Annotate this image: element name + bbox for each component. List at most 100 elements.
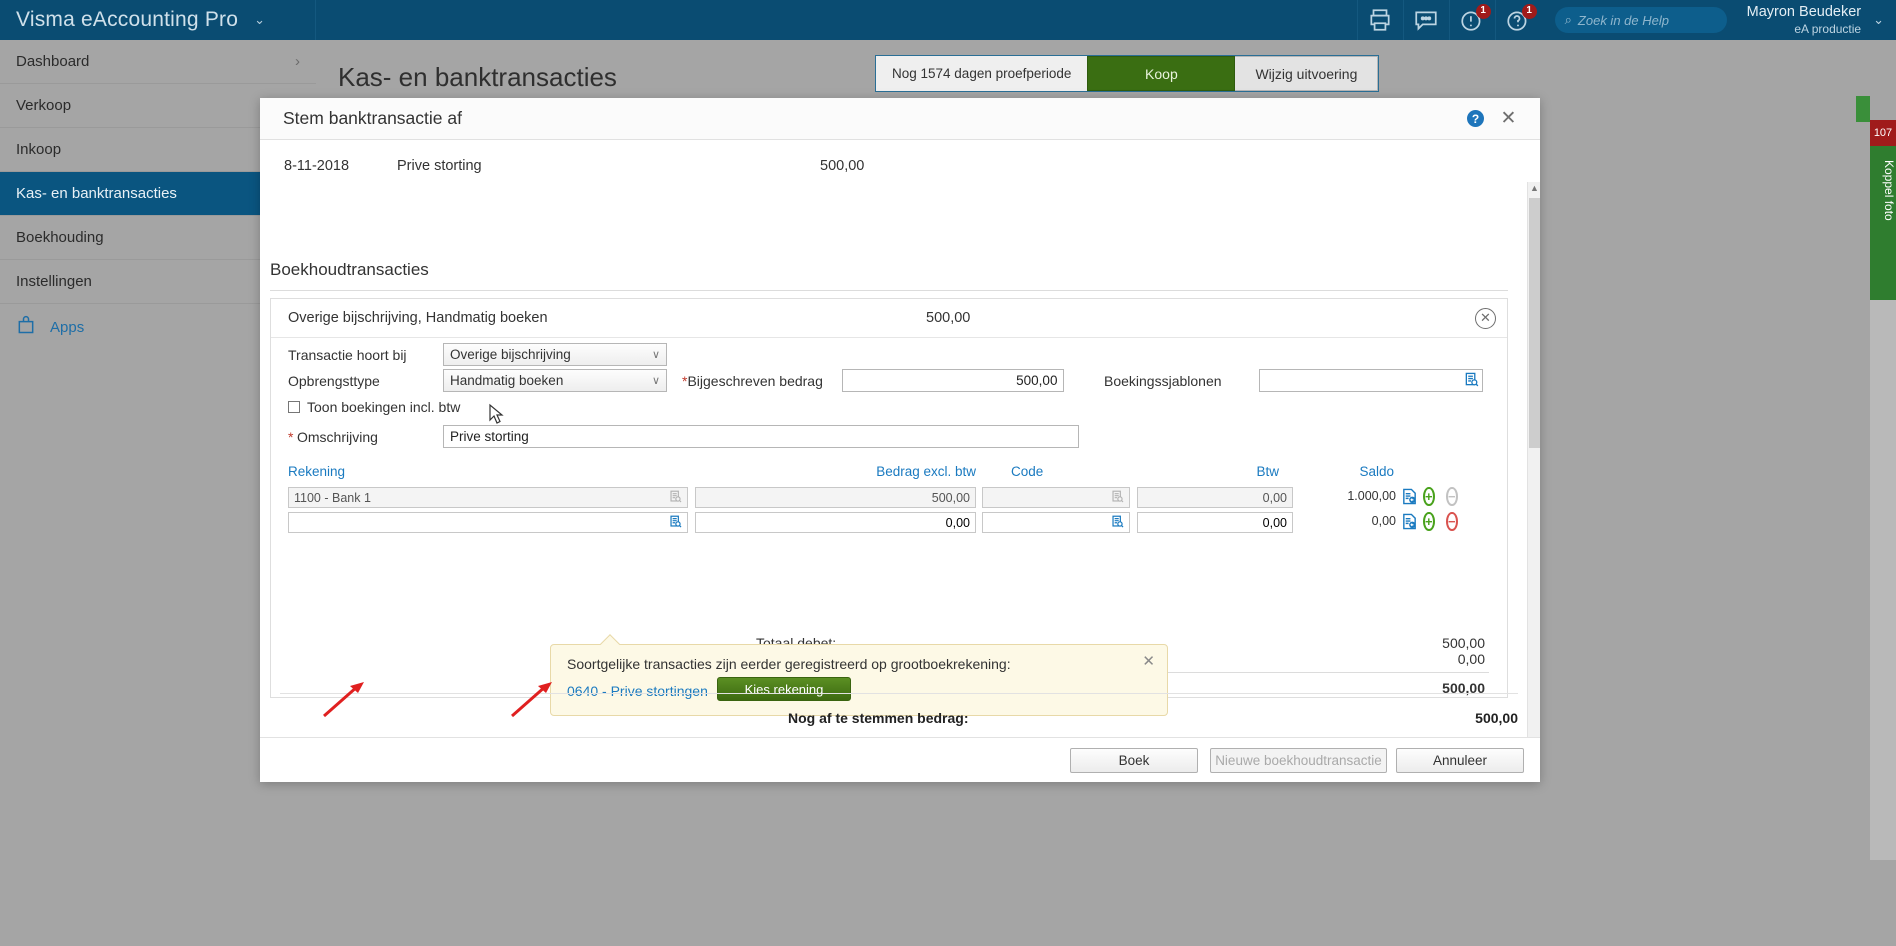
search-icon: ⌕	[1564, 12, 1572, 27]
apps-bag-icon	[16, 315, 50, 339]
sidebar-item-label: Boekhouding	[16, 229, 104, 246]
total-credit-value: 0,00	[1457, 651, 1485, 667]
sidebar-item-label: Kas- en banktransacties	[16, 185, 177, 202]
grid-row-code-input	[982, 487, 1130, 508]
scrollbar-thumb[interactable]	[1529, 198, 1540, 448]
dialog-footer: Boek Nieuwe boekhoudtransactie Annuleer	[260, 737, 1540, 782]
suggestion-callout: Soortgelijke transacties zijn eerder ger…	[550, 634, 1168, 716]
change-edition-button[interactable]: Wijzig uitvoering	[1235, 56, 1379, 91]
page-title: Kas- en banktransacties	[338, 62, 617, 92]
reconcile-dialog: Stem banktransactie af ? ✕ 8-11-2018 Pri…	[260, 98, 1540, 782]
sidebar-item-dashboard[interactable]: Dashboard ›	[0, 40, 316, 84]
sidebar-item-label: Verkoop	[16, 97, 72, 114]
grid-row-account-input[interactable]	[288, 512, 688, 533]
revenue-type-select[interactable]: Handmatig boeken ∨	[443, 369, 667, 392]
grid-cell-text: 1100 - Bank 1	[294, 490, 371, 505]
brand-menu[interactable]: Visma eAccounting Pro ⌄	[0, 0, 316, 40]
credited-amount-input[interactable]: 500,00	[842, 369, 1065, 392]
grid-row-vat-input: 0,00	[1137, 487, 1293, 508]
cancel-button[interactable]: Annuleer	[1396, 748, 1524, 773]
grid-row-saldo: 1.000,00	[1347, 489, 1396, 503]
help-icon[interactable]: ?	[1467, 110, 1484, 127]
bank-transaction-summary: 8-11-2018 Prive storting 500,00	[260, 140, 1527, 192]
sidebar-item-label: Dashboard	[16, 53, 90, 70]
brand-label: Visma eAccounting Pro	[16, 8, 239, 31]
chevron-down-icon: ∨	[651, 375, 660, 387]
right-rail-background	[1870, 300, 1896, 860]
buy-button[interactable]: Koop	[1087, 56, 1236, 91]
grid-header-saldo[interactable]: Saldo	[1326, 464, 1394, 479]
grid-row-vat-input[interactable]: 0,00	[1137, 512, 1293, 533]
sidebar-item-label: Inkoop	[16, 141, 62, 158]
select-value: Overige bijschrijving	[450, 347, 571, 362]
add-row-icon[interactable]: +	[1423, 512, 1440, 531]
print-icon[interactable]	[1356, 0, 1403, 40]
alert-badge: 1	[1475, 4, 1491, 19]
section-title-boekhoudtransacties: Boekhoudtransacties	[270, 260, 429, 279]
grid-header-rekening[interactable]: Rekening	[288, 464, 345, 479]
lookup-icon[interactable]	[1464, 372, 1479, 390]
transaction-amount: 500,00	[820, 158, 865, 174]
help-badge: 1	[1521, 4, 1537, 19]
field-show-incl-vat[interactable]: Toon boekingen incl. btw	[288, 399, 460, 415]
lookup-icon[interactable]	[1111, 515, 1124, 531]
grid-header-btw[interactable]: Btw	[1211, 464, 1279, 479]
top-bar: Visma eAccounting Pro ⌄ 1 1 ⌕ Zoek in de…	[0, 0, 1896, 40]
field-label: Transactie hoort bij	[288, 346, 407, 363]
booking-templates-input[interactable]	[1259, 369, 1483, 392]
callout-message: Soortgelijke transacties zijn eerder ger…	[567, 656, 1011, 672]
sidebar-item-label: Instellingen	[16, 273, 92, 290]
view-document-icon[interactable]	[1401, 513, 1418, 530]
add-row-icon[interactable]: +	[1423, 487, 1440, 506]
book-button[interactable]: Boek	[1070, 748, 1198, 773]
callout-account-link[interactable]: 0640 - Prive stortingen	[567, 683, 708, 699]
right-rail-accent	[1856, 96, 1870, 122]
field-label: Opbrengsttype	[288, 372, 380, 389]
lookup-icon[interactable]	[669, 515, 682, 531]
trial-banner: Nog 1574 dagen proefperiode Koop Wijzig …	[875, 55, 1380, 92]
show-incl-vat-checkbox[interactable]	[288, 401, 300, 413]
chevron-down-icon: ⌄	[1873, 12, 1884, 27]
lookup-icon	[669, 490, 682, 506]
help-search-placeholder: Zoek in de Help	[1577, 12, 1669, 28]
card-header-amount: 500,00	[926, 310, 971, 326]
chevron-down-icon: ⌄	[254, 12, 266, 27]
card-header: Overige bijschrijving, Handmatig boeken …	[271, 299, 1507, 338]
photo-link-label: Koppel foto	[1882, 160, 1896, 221]
grid-row-amount-input[interactable]: 0,00	[695, 512, 976, 533]
field-credited-amount: * Bijgeschreven bedrag 500,00	[682, 369, 1065, 392]
view-document-icon[interactable]	[1401, 488, 1418, 505]
help-search-input[interactable]: ⌕ Zoek in de Help	[1554, 7, 1727, 33]
dialog-scrollbar[interactable]: ▲ ▼	[1527, 182, 1540, 738]
close-icon[interactable]: ✕	[1499, 109, 1518, 128]
sidebar-item-label: Apps	[50, 318, 85, 336]
trial-text: Nog 1574 dagen proefperiode	[892, 66, 1072, 81]
grid-header-code[interactable]: Code	[1011, 464, 1043, 479]
chevron-down-icon: ∨	[651, 349, 660, 361]
grid-header-bedrag[interactable]: Bedrag excl. btw	[851, 464, 976, 479]
help-icon[interactable]: 1	[1494, 0, 1541, 40]
transaction-date: 8-11-2018	[284, 158, 350, 174]
user-name: Mayron Beudeker	[1746, 4, 1862, 21]
chat-icon[interactable]	[1402, 0, 1449, 40]
select-value: Handmatig boeken	[450, 373, 564, 388]
dialog-header: Stem banktransactie af ? ✕	[260, 98, 1540, 140]
grid-row-code-input[interactable]	[982, 512, 1130, 533]
description-input[interactable]: Prive storting	[443, 425, 1079, 448]
card-header-title: Overige bijschrijving, Handmatig boeken	[288, 310, 548, 326]
remove-row-icon: −	[1446, 487, 1458, 506]
transaction-belongs-select[interactable]: Overige bijschrijving ∨	[443, 343, 667, 366]
field-label: Toon boekingen incl. btw	[307, 399, 461, 415]
dialog-title: Stem banktransactie af	[283, 108, 462, 128]
new-accounting-transaction-button: Nieuwe boekhoudtransactie	[1210, 748, 1387, 773]
close-icon[interactable]: ✕	[1142, 652, 1155, 670]
remove-card-icon[interactable]: ✕	[1475, 308, 1496, 329]
choose-account-button[interactable]: Kies rekening	[717, 677, 851, 701]
field-label: Boekingssjablonen	[1104, 372, 1222, 389]
alert-icon[interactable]: 1	[1448, 0, 1495, 40]
user-company: eA productie	[1794, 21, 1862, 36]
scroll-up-icon[interactable]: ▲	[1528, 182, 1540, 195]
photo-link-rail[interactable]: 107 Koppel foto	[1870, 120, 1896, 300]
remove-row-icon[interactable]: −	[1446, 512, 1463, 531]
user-menu[interactable]: Mayron Beudeker eA productie ⌄	[1741, 0, 1896, 40]
